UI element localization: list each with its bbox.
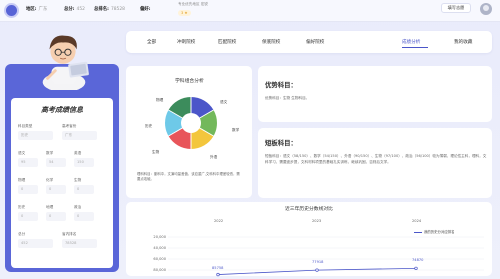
data-point	[315, 268, 319, 272]
data-point	[414, 266, 418, 271]
score-trend-line-chart	[168, 236, 484, 277]
data-point	[216, 272, 220, 277]
data-label-2024: 74870	[412, 258, 424, 262]
data-label-2023: 77918	[312, 260, 324, 264]
data-label-2022: 85758	[212, 266, 224, 270]
